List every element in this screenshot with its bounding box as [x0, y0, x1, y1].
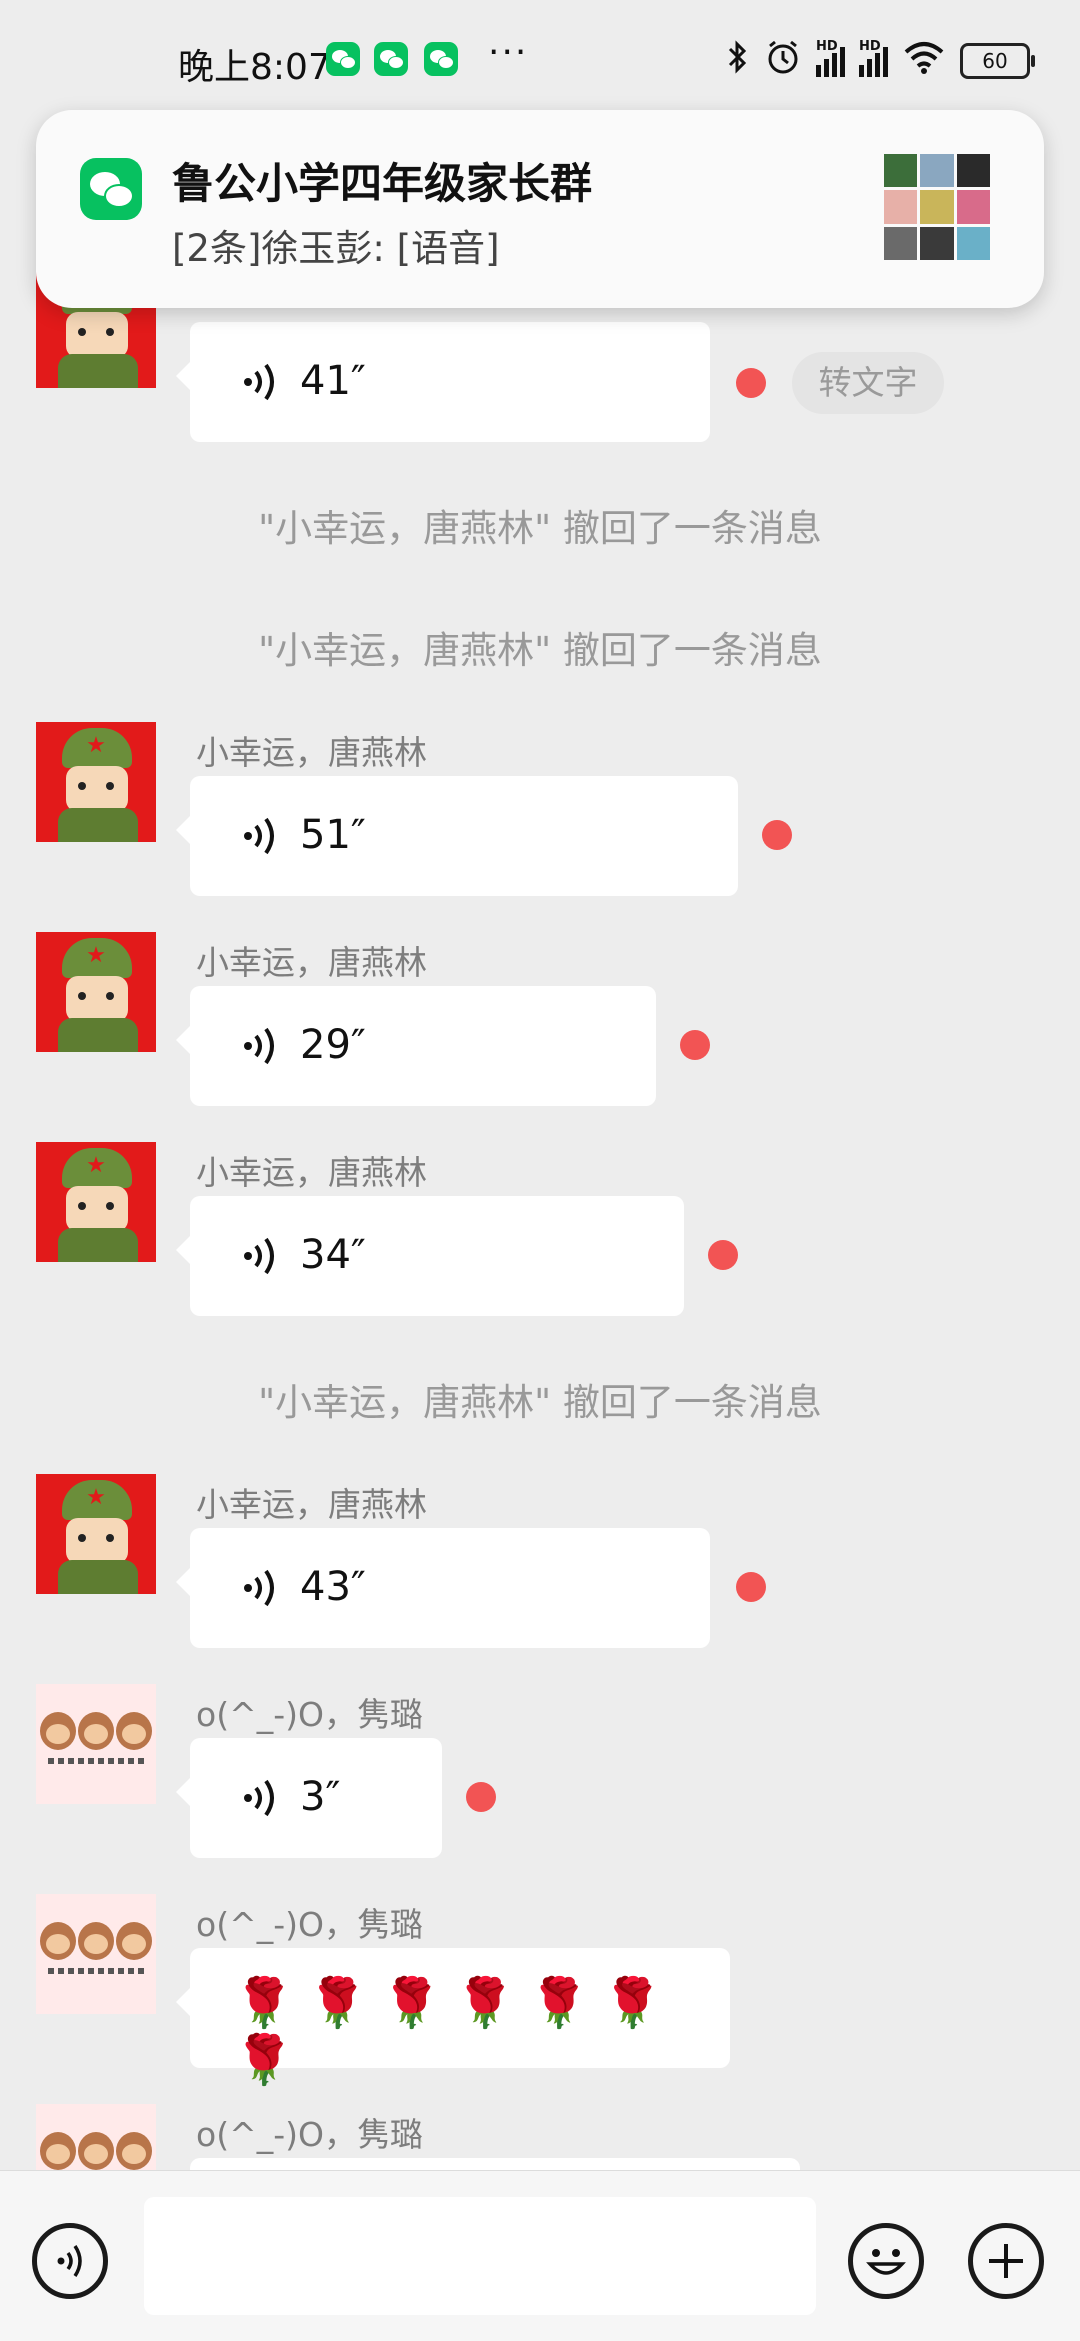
avatar[interactable]: ★ — [36, 1142, 156, 1262]
voice-duration: 43″ — [300, 1564, 366, 1610]
voice-message-bubble[interactable]: 51″ — [176, 776, 738, 896]
voice-icon — [57, 2245, 82, 2277]
voice-message-bubble[interactable]: 41″ — [176, 322, 710, 442]
sender-name: 小幸运，唐燕林 — [196, 733, 427, 772]
voice-message-bubble[interactable]: 29″ — [176, 986, 656, 1106]
wechat-app-icon — [80, 158, 142, 220]
unread-dot — [736, 368, 766, 398]
unread-dot — [466, 1782, 496, 1812]
voice-duration: 3″ — [300, 1774, 341, 1820]
recall-notice: "小幸运，唐燕林" 撤回了一条消息 — [258, 629, 822, 672]
voice-input-button[interactable] — [32, 2223, 108, 2299]
voice-icon — [244, 817, 274, 855]
voice-duration: 29″ — [300, 1022, 366, 1068]
avatar[interactable]: ★ — [36, 932, 156, 1052]
emoji-button[interactable] — [848, 2223, 924, 2299]
input-bar — [0, 2170, 1080, 2341]
notification-banner[interactable]: 鲁公小学四年级家长群 [2条]徐玉彭: [语音] — [36, 110, 1044, 308]
voice-duration: 51″ — [300, 812, 366, 858]
voice-icon — [244, 1237, 274, 1275]
sender-name: o(^_-)O，隽璐 — [196, 1905, 423, 1944]
message-text: 🌹🌹🌹🌹🌹🌹🌹 — [234, 1975, 677, 2088]
sender-name: o(^_-)O，隽璐 — [196, 1695, 423, 1734]
recall-notice: "小幸运，唐燕林" 撤回了一条消息 — [258, 1381, 822, 1424]
sender-name: o(^_-)O，隽璐 — [196, 2115, 423, 2154]
voice-duration: 34″ — [300, 1232, 366, 1278]
voice-duration: 41″ — [300, 358, 366, 404]
chat-area[interactable]: ★ 41″ 转文字 "小幸运，唐燕林" 撤回了一条消息 "小幸运，唐燕林" 撤回… — [0, 0, 1080, 2278]
voice-message-bubble[interactable]: 34″ — [176, 1196, 684, 1316]
voice-icon — [244, 1779, 274, 1817]
unread-dot — [762, 820, 792, 850]
avatar[interactable]: ★ — [36, 722, 156, 842]
voice-message-bubble[interactable]: 43″ — [176, 1528, 710, 1648]
notification-subtitle: [2条]徐玉彭: [语音] — [172, 227, 500, 270]
recall-notice: "小幸运，唐燕林" 撤回了一条消息 — [258, 507, 822, 550]
voice-icon — [244, 1569, 274, 1607]
group-avatar — [884, 154, 990, 260]
sender-name: 小幸运，唐燕林 — [196, 1485, 427, 1524]
notification-title: 鲁公小学四年级家长群 — [172, 159, 593, 208]
add-button[interactable] — [968, 2223, 1044, 2299]
voice-message-bubble[interactable]: 3″ — [176, 1738, 442, 1858]
avatar[interactable] — [36, 1684, 156, 1804]
sender-name: 小幸运，唐燕林 — [196, 1153, 427, 1192]
unread-dot — [680, 1030, 710, 1060]
unread-dot — [736, 1572, 766, 1602]
voice-icon — [244, 363, 274, 401]
voice-icon — [244, 1027, 274, 1065]
sender-name: 小幸运，唐燕林 — [196, 943, 427, 982]
convert-to-text-button[interactable]: 转文字 — [792, 352, 944, 414]
emoji-icon — [866, 2249, 906, 2275]
plus-icon — [989, 2244, 1023, 2278]
message-input[interactable] — [144, 2197, 816, 2315]
unread-dot — [708, 1240, 738, 1270]
avatar[interactable] — [36, 1894, 156, 2014]
text-message-bubble[interactable]: 🌹🌹🌹🌹🌹🌹🌹 — [176, 1948, 730, 2088]
avatar[interactable]: ★ — [36, 1474, 156, 1594]
